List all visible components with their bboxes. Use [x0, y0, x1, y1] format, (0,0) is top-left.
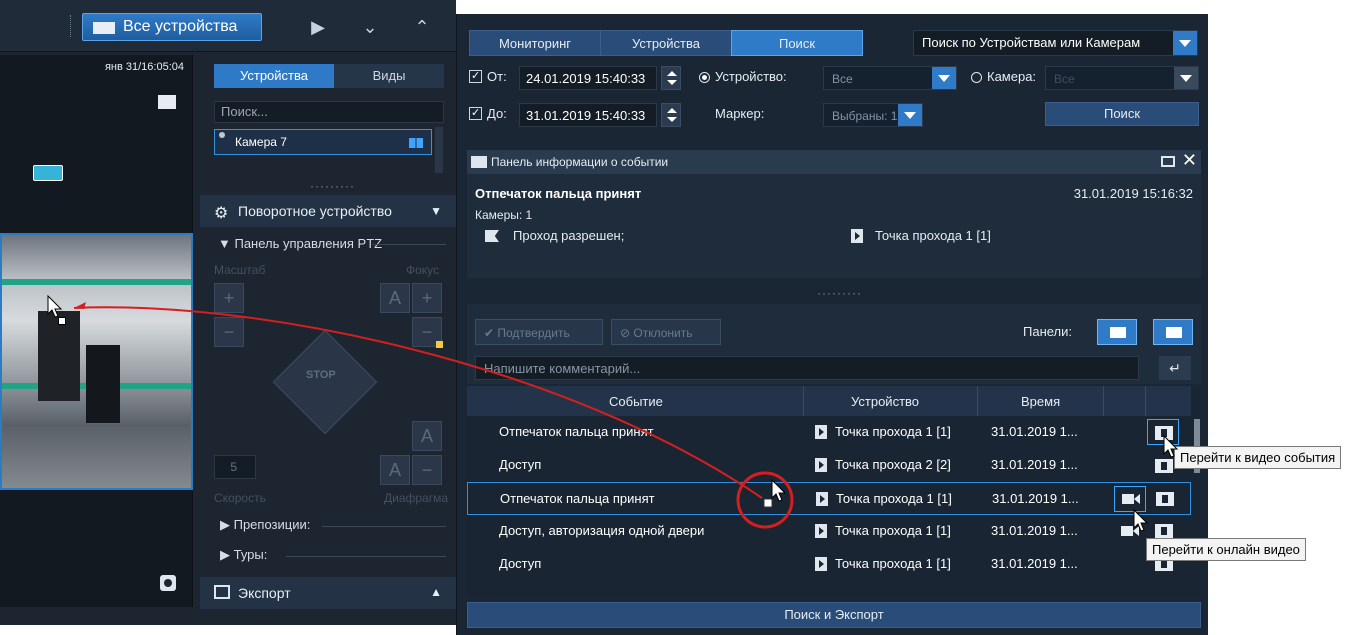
- marker-square: [436, 341, 443, 348]
- arrowhead-icon: [74, 302, 86, 309]
- cursor-icon: [1163, 434, 1179, 458]
- cursor-icon: [47, 294, 63, 318]
- annotation-overlay: [47, 294, 1179, 532]
- marker-square: [763, 498, 773, 508]
- cursor-icon: [771, 478, 787, 502]
- cursor-icon: [1133, 508, 1149, 532]
- annotation-arrow: [73, 306, 763, 499]
